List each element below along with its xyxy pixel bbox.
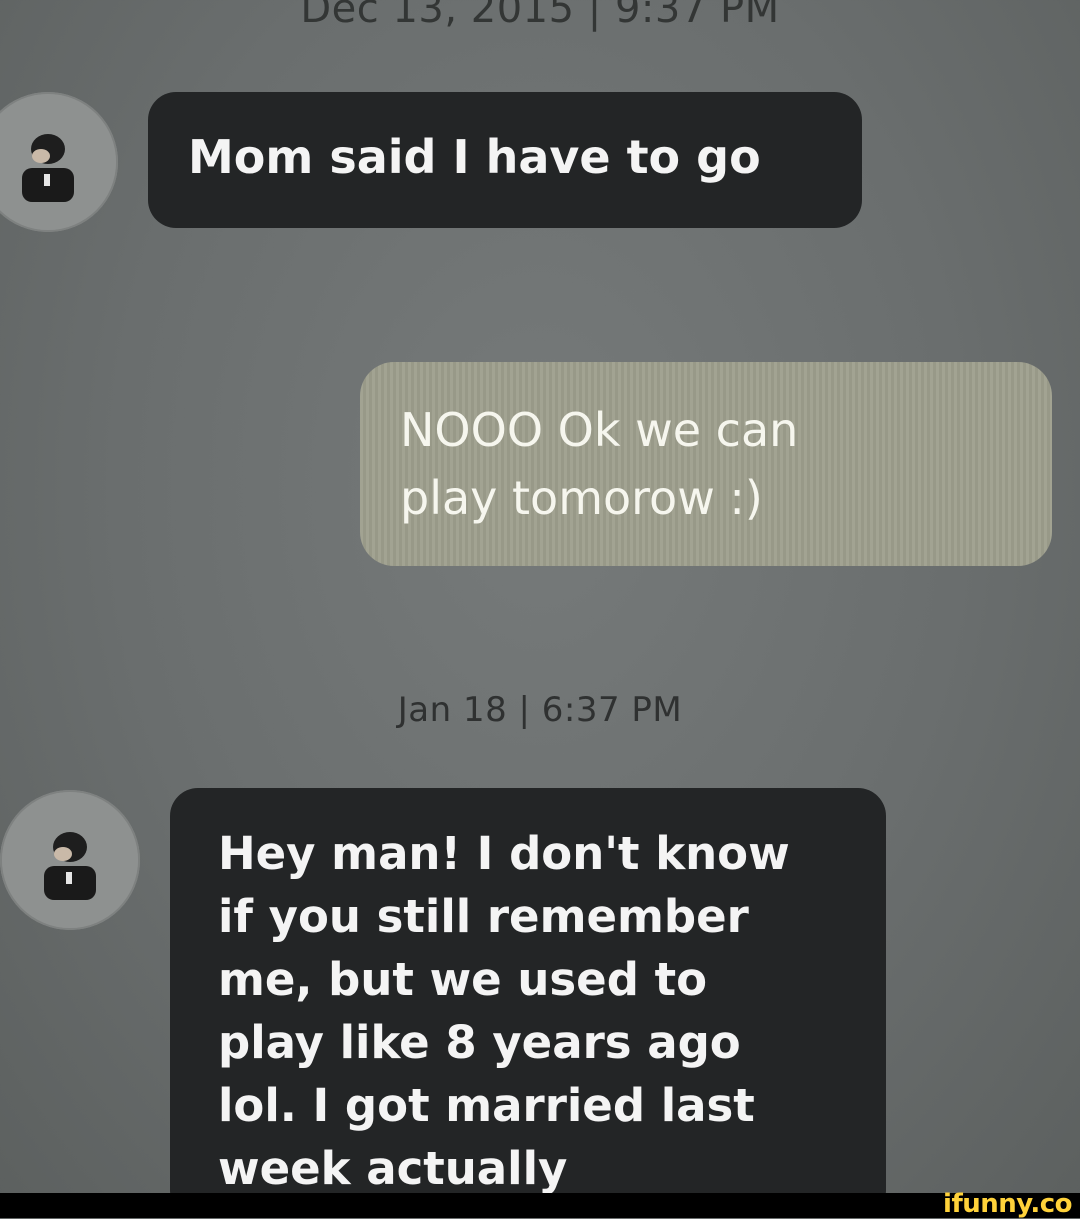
user-avatar-icon[interactable] [0,790,140,930]
incoming-message-bubble[interactable]: Hey man! I don't know if you still remem… [170,788,886,1193]
message-text: Mom said I have to go [188,130,761,184]
message-text: Hey man! I don't know if you still remem… [218,827,790,1193]
avatar-figure-icon [0,94,116,230]
incoming-message-bubble[interactable]: Mom said I have to go [148,92,862,228]
ifunny-watermark: ifunny.co [943,1189,1072,1219]
message-text: NOOO Ok we can play tomorow :) [400,403,799,525]
message-timestamp: Dec 13, 2015 | 9:37 PM [300,0,780,32]
avatar-figure-icon [2,792,138,928]
chat-screen: Dec 13, 2015 | 9:37 PM Mom said I have t… [0,0,1080,1193]
user-avatar-icon[interactable] [0,92,118,232]
outgoing-message-bubble[interactable]: NOOO Ok we can play tomorow :) [360,362,1052,566]
message-timestamp: Jan 18 | 6:37 PM [397,690,683,730]
watermark-bar: ifunny.co [0,1189,1080,1219]
